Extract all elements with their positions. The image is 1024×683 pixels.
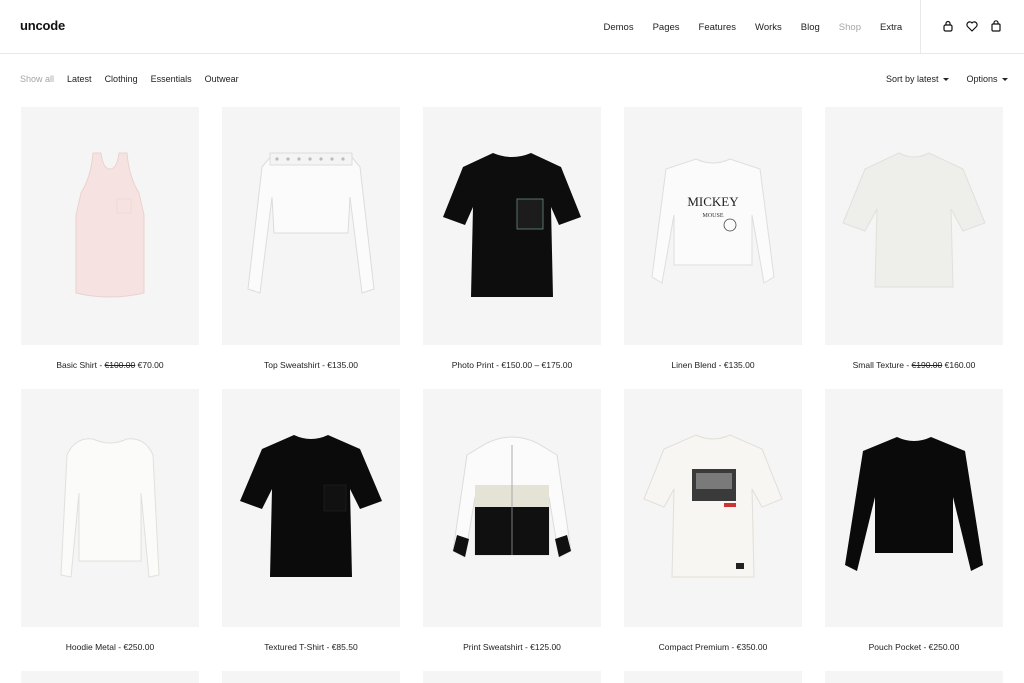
filter-clothing[interactable]: Clothing	[105, 74, 138, 84]
product-card-partial[interactable]	[624, 671, 802, 683]
heart-icon[interactable]	[966, 19, 978, 33]
product-caption: Pouch Pocket - €250.00	[868, 642, 960, 652]
product-image-black-pocket-tshirt[interactable]	[423, 107, 601, 345]
product-card[interactable]: MICKEY MOUSE Linen Blend - €135.00	[624, 107, 802, 389]
product-name[interactable]: Pouch Pocket	[869, 642, 921, 652]
product-name[interactable]: Compact Premium	[659, 642, 729, 652]
product-card[interactable]: Photo Print - €150.00 – €175.00	[423, 107, 601, 389]
product-caption: Small Texture - €190.00 €160.00	[852, 360, 976, 370]
product-name[interactable]: Textured T-Shirt	[264, 642, 324, 652]
product-name[interactable]: Basic Shirt	[56, 360, 97, 370]
product-image[interactable]	[423, 671, 601, 683]
product-image-pink-tank-top[interactable]	[21, 107, 199, 345]
chevron-down-icon	[942, 77, 949, 81]
product-caption: Linen Blend - €135.00	[671, 360, 755, 370]
product-price: €250.00	[928, 642, 960, 652]
product-name[interactable]: Photo Print	[452, 360, 494, 370]
sort-controls: Sort by latest Options	[886, 74, 1008, 84]
product-card[interactable]: Basic Shirt - €100.00 €70.00	[21, 107, 199, 389]
product-image[interactable]	[624, 671, 802, 683]
menu-item-shop[interactable]: Shop	[839, 22, 861, 33]
product-card[interactable]: Top Sweatshirt - €135.00	[222, 107, 400, 389]
filter-show-all[interactable]: Show all	[20, 74, 54, 84]
product-price: €160.00	[944, 360, 976, 370]
main-menu: Demos Pages Features Works Blog Shop Ext…	[594, 0, 912, 54]
product-card[interactable]: Compact Premium - €350.00	[624, 389, 802, 671]
menu-item-pages[interactable]: Pages	[653, 22, 680, 33]
site-header: uncode Demos Pages Features Works Blog S…	[0, 0, 1024, 54]
menu-item-works[interactable]: Works	[755, 22, 782, 33]
product-image-colorblock-hoodie[interactable]	[423, 389, 601, 627]
filter-essentials[interactable]: Essentials	[151, 74, 192, 84]
menu-item-blog[interactable]: Blog	[801, 22, 820, 33]
product-card-partial[interactable]	[825, 671, 1003, 683]
menu-item-demos[interactable]: Demos	[604, 22, 634, 33]
product-caption: Compact Premium - €350.00	[658, 642, 768, 652]
product-name[interactable]: Print Sweatshirt	[463, 642, 523, 652]
product-image[interactable]	[825, 671, 1003, 683]
product-image-cream-raglan-tshirt[interactable]	[825, 107, 1003, 345]
product-image-white-puff-sleeve-top[interactable]	[21, 389, 199, 627]
product-price: €350.00	[736, 642, 768, 652]
product-card[interactable]: Hoodie Metal - €250.00	[21, 389, 199, 671]
product-price: €250.00	[123, 642, 155, 652]
product-caption: Top Sweatshirt - €135.00	[263, 360, 359, 370]
product-image-white-photo-print-tshirt[interactable]	[624, 389, 802, 627]
product-price: €125.00	[530, 642, 561, 652]
product-image-black-sweatshirt[interactable]	[825, 389, 1003, 627]
sort-dropdown[interactable]: Sort by latest	[886, 74, 949, 84]
svg-text:MOUSE: MOUSE	[702, 213, 723, 219]
product-card[interactable]: Print Sweatshirt - €125.00	[423, 389, 601, 671]
product-name[interactable]: Top Sweatshirt	[264, 360, 320, 370]
product-image[interactable]	[21, 671, 199, 683]
svg-text:MICKEY: MICKEY	[687, 194, 739, 209]
product-name[interactable]: Hoodie Metal	[66, 642, 116, 652]
product-image-white-cropped-sweatshirt[interactable]	[222, 107, 400, 345]
options-dropdown[interactable]: Options	[967, 74, 1008, 84]
product-card[interactable]: Pouch Pocket - €250.00	[825, 389, 1003, 671]
product-caption: Basic Shirt - €100.00 €70.00	[56, 360, 164, 370]
filter-latest[interactable]: Latest	[67, 74, 92, 84]
product-image[interactable]	[222, 671, 400, 683]
header-icons	[942, 19, 1002, 33]
product-image-white-mickey-sweatshirt[interactable]: MICKEY MOUSE	[624, 107, 802, 345]
product-card[interactable]: Small Texture - €190.00 €160.00	[825, 107, 1003, 389]
product-card-partial[interactable]	[21, 671, 199, 683]
site-logo[interactable]: uncode	[20, 18, 65, 33]
chevron-down-icon	[1001, 77, 1008, 81]
product-card-partial[interactable]	[423, 671, 601, 683]
product-old-price: €190.00	[911, 360, 943, 370]
product-card-partial[interactable]	[222, 671, 400, 683]
filter-outwear[interactable]: Outwear	[205, 74, 239, 84]
sort-label: Sort by latest	[886, 74, 939, 84]
product-caption: Textured T-Shirt - €85.50	[264, 642, 358, 652]
product-price: €150.00 – €175.00	[501, 360, 573, 370]
product-price: €85.50	[331, 642, 358, 652]
product-price: €135.00	[327, 360, 359, 370]
product-old-price: €100.00	[104, 360, 136, 370]
product-name[interactable]: Small Texture	[853, 360, 904, 370]
options-label: Options	[966, 74, 998, 84]
product-image-black-tshirt[interactable]	[222, 389, 400, 627]
product-price: €70.00	[137, 360, 164, 370]
header-divider	[920, 0, 921, 54]
menu-item-features[interactable]: Features	[699, 22, 737, 33]
product-caption: Photo Print - €150.00 – €175.00	[451, 360, 573, 370]
category-filters: Show all Latest Clothing Essentials Outw…	[20, 74, 252, 84]
product-name[interactable]: Linen Blend	[671, 360, 716, 370]
product-caption: Print Sweatshirt - €125.00	[463, 642, 561, 652]
product-grid: Basic Shirt - €100.00 €70.00 Top Sweatsh…	[21, 107, 1003, 683]
product-card[interactable]: Textured T-Shirt - €85.50	[222, 389, 400, 671]
shopping-bag-icon[interactable]	[990, 19, 1002, 33]
product-price: €135.00	[723, 360, 755, 370]
user-icon[interactable]	[942, 19, 954, 33]
menu-item-extra[interactable]: Extra	[880, 22, 902, 33]
product-caption: Hoodie Metal - €250.00	[65, 642, 155, 652]
